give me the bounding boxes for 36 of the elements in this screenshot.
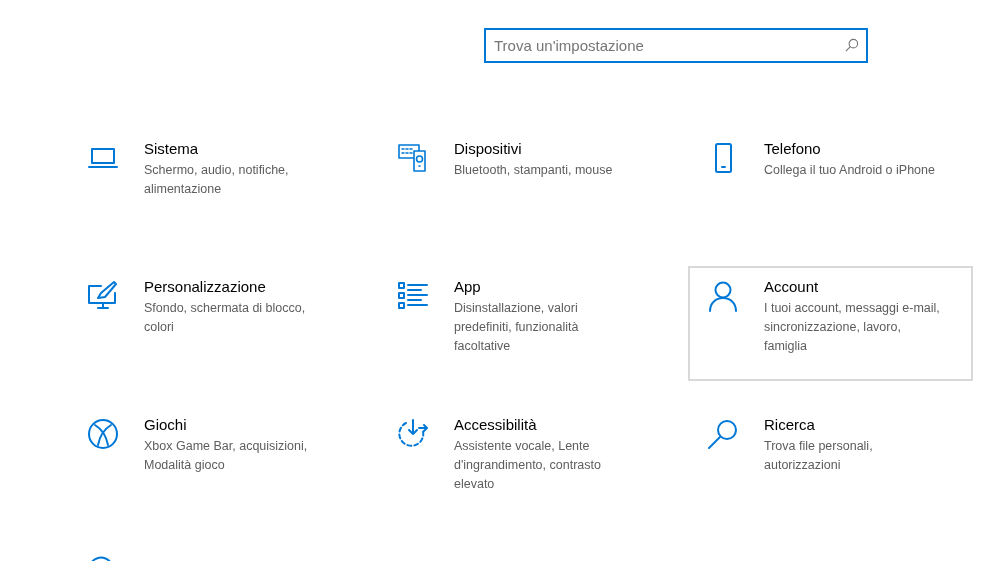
tile-title: App (454, 277, 482, 297)
tile-description: Trova file personali, autorizzazioni (764, 438, 874, 474)
settings-tile[interactable]: Giochi Xbox Game Bar, acquisizioni, Modalità gioco (68, 404, 353, 519)
tile-title: Personalizzazione (144, 277, 267, 297)
tile-description: Collega il tuo Android o iPhone (764, 162, 936, 179)
tile-title: Dispositivi (454, 139, 523, 159)
settings-tile[interactable]: Telefono Collega il tuo Android o iPhone (688, 128, 973, 243)
search-field[interactable]: Trova un'impostazione (484, 28, 868, 63)
tile-title: Sistema (144, 139, 200, 159)
tile-description: Schermo, audio, notifiche, alimentazione (144, 162, 290, 198)
tile-description: Sfondo, schermata di blocco, colori (144, 300, 307, 336)
search-icon (844, 38, 859, 53)
tile-title: Giochi (144, 415, 188, 435)
settings-tile[interactable]: Ricerca Trova file personali, autorizzazioni (688, 404, 973, 519)
monitor-brush-icon (87, 280, 119, 312)
search-icon (707, 418, 739, 450)
tile-description: Xbox Game Bar, acquisizioni, Modalità gioco (144, 438, 309, 474)
settings-tile[interactable]: Dispositivi Bluetooth, stampanti, mouse (378, 128, 663, 243)
keyboard-speaker-icon (397, 142, 429, 174)
tile-title: Accessibilità (454, 415, 538, 435)
tile-description: I tuoi account, messaggi e-mail, sincronizzazione, lavoro, famiglia (764, 300, 941, 355)
tile-title: Account (764, 277, 820, 297)
settings-tile[interactable]: Accessibilità Assistente vocale, Lente d'ingrandimento, contrasto elevato (378, 404, 663, 519)
settings-tile[interactable]: Personalizzazione Sfondo, schermata di blocco, colori (68, 266, 353, 381)
xbox-icon (87, 418, 119, 450)
tile-description: Bluetooth, stampanti, mouse (454, 162, 614, 179)
settings-tile[interactable]: Account I tuoi account, messaggi e-mail, sincronizzazione, lavoro, famiglia (688, 266, 973, 381)
list-icon (397, 280, 429, 312)
tile-description: Disinstallazione, valori predefiniti, funzionalità facoltative (454, 300, 580, 355)
person-icon (707, 280, 739, 312)
settings-tile[interactable]: Sistema Schermo, audio, notifiche, alimentazione (68, 128, 353, 243)
tile-description: Assistente vocale, Lente d'ingrandimento, contrasto elevato (454, 438, 602, 493)
settings-tile[interactable]: App Disinstallazione, valori predefiniti, funzionalità facoltative (378, 266, 663, 381)
accessibility-icon (397, 418, 429, 450)
tile-title: Ricerca (764, 415, 816, 435)
tile-title: Telefono (764, 139, 822, 159)
